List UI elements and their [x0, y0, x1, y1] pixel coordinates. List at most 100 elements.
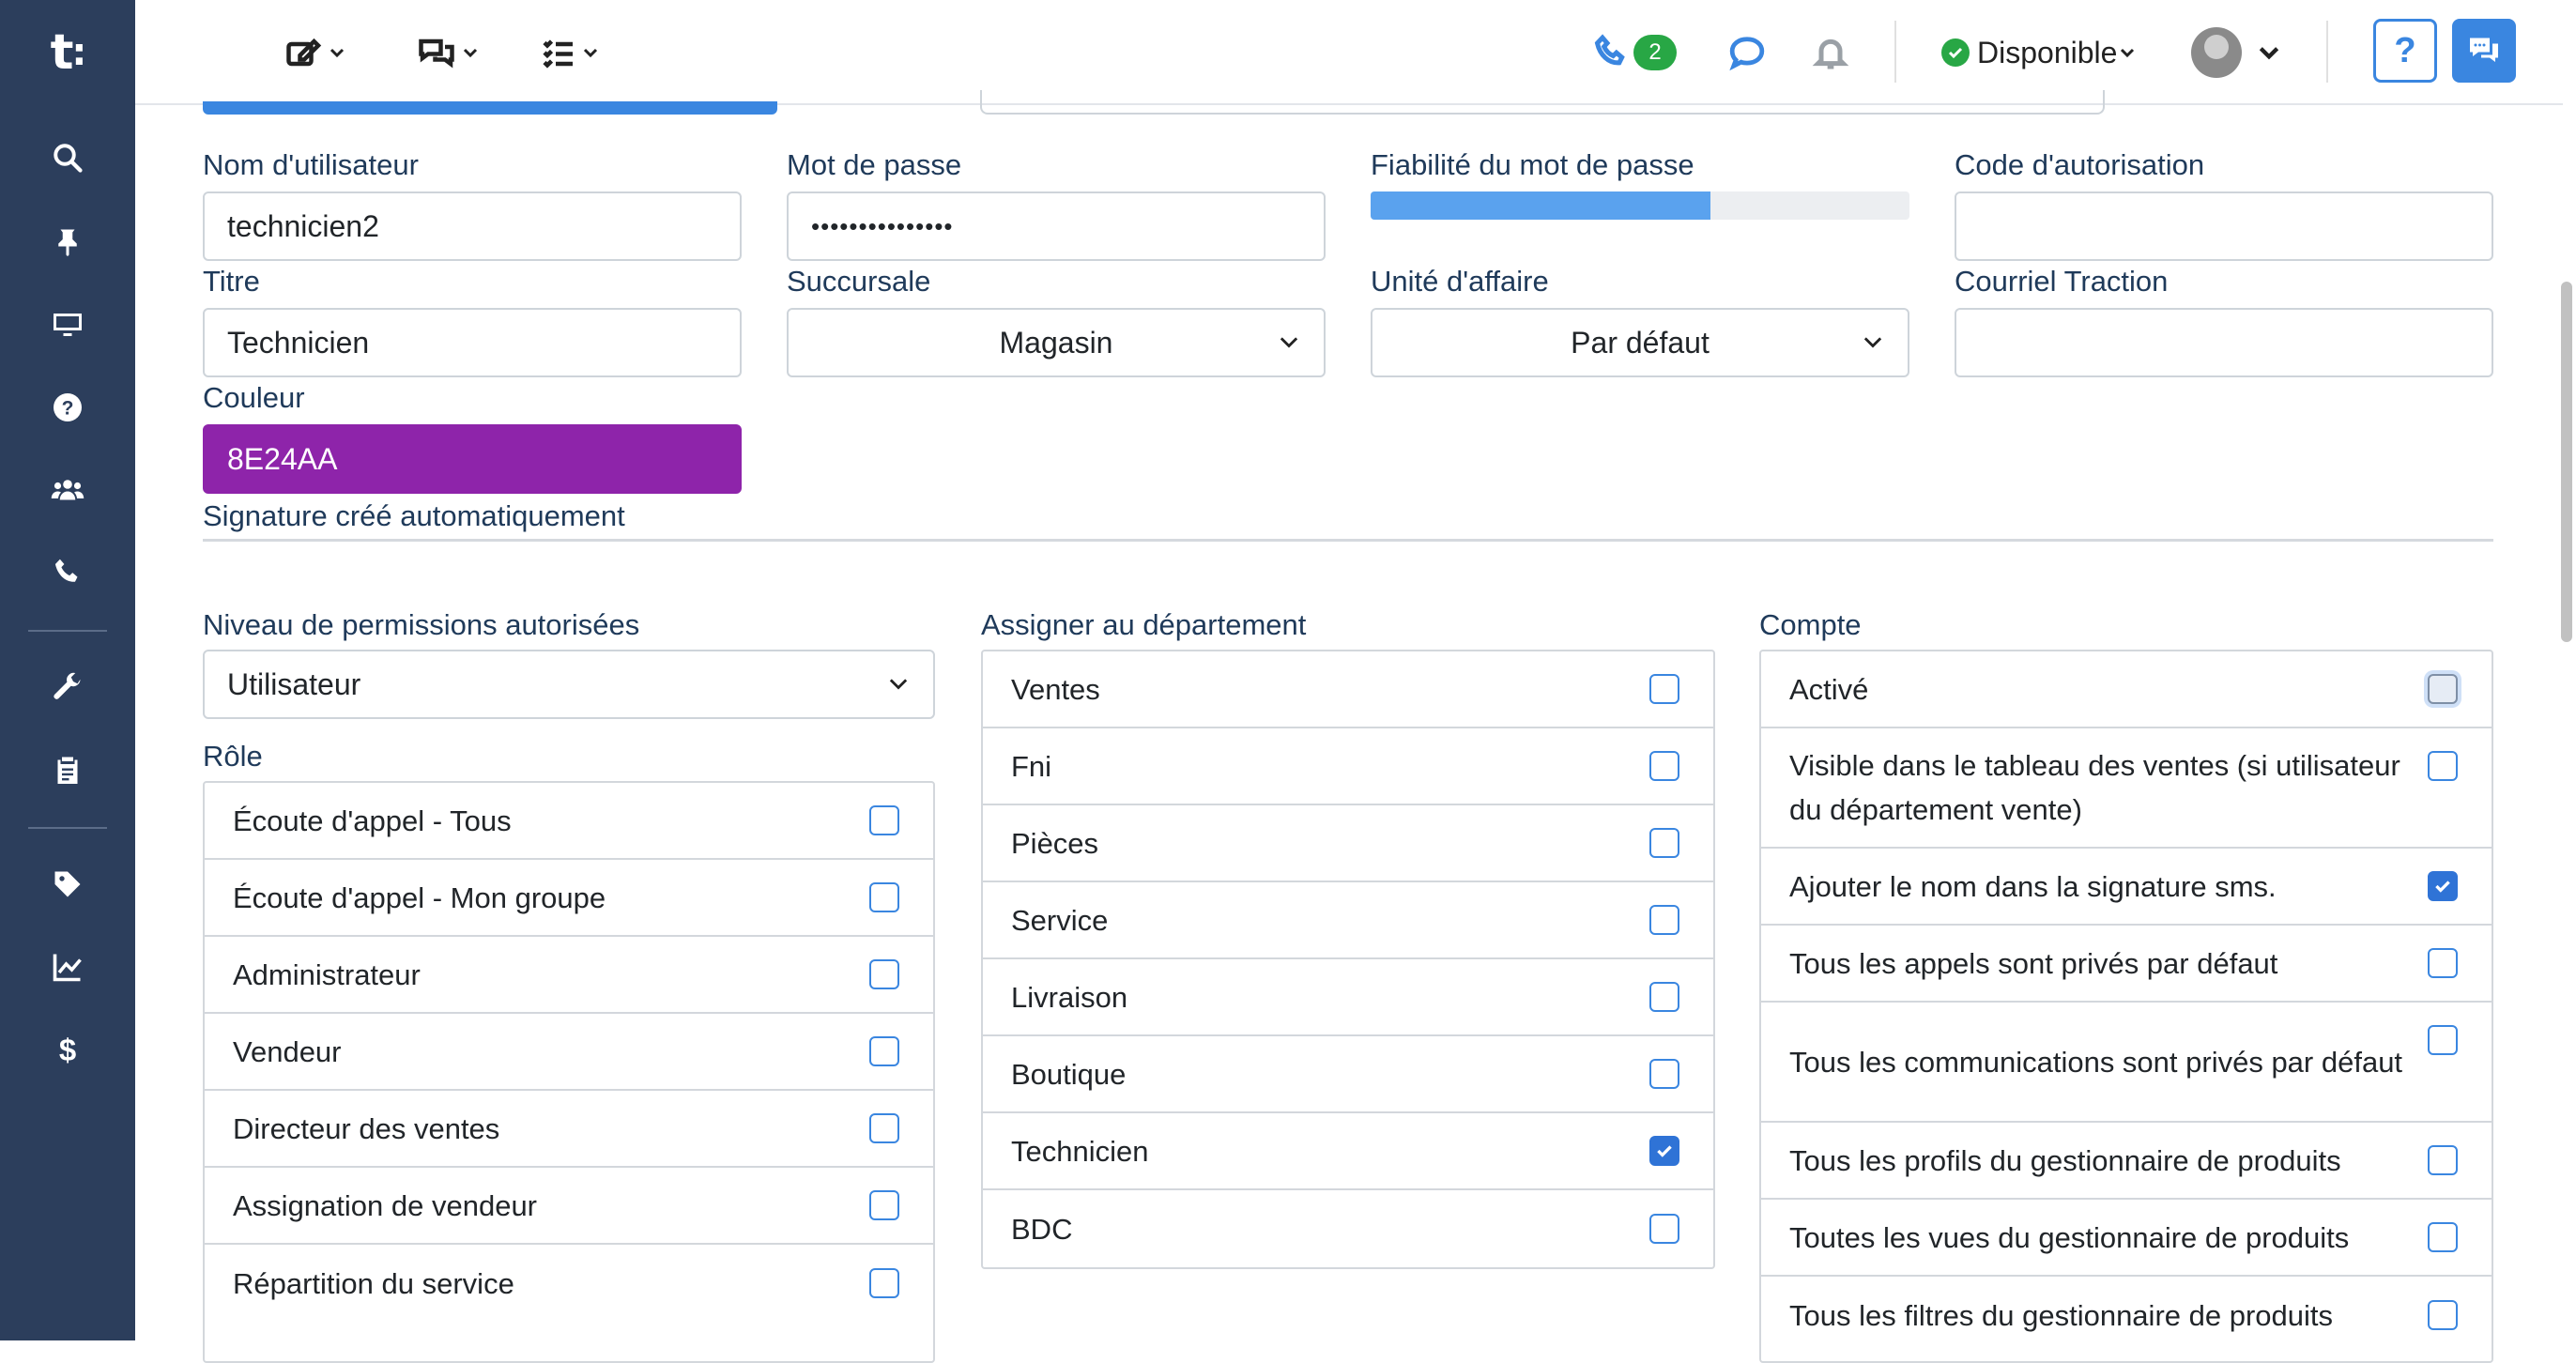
checkbox[interactable] [1649, 1059, 1679, 1089]
tag-icon[interactable] [41, 858, 94, 911]
checkbox[interactable] [1649, 1214, 1679, 1244]
checkbox[interactable] [869, 959, 899, 989]
list-item[interactable]: Visible dans le tableau des ventes (si u… [1761, 728, 2492, 849]
users-icon[interactable] [41, 464, 94, 516]
avatar [2191, 27, 2242, 78]
checkbox[interactable] [1649, 751, 1679, 781]
password-strength-label: Fiabilité du mot de passe [1371, 148, 1694, 181]
chevron-down-icon [1863, 337, 1882, 348]
pin-icon[interactable] [41, 216, 94, 268]
list-item[interactable]: Directeur des ventes [205, 1091, 933, 1168]
chevron-down-icon [463, 48, 478, 58]
clipboard-icon[interactable] [41, 743, 94, 796]
help-button[interactable]: ? [2373, 19, 2437, 83]
chart-line-icon[interactable] [41, 941, 94, 993]
checkbox[interactable] [869, 805, 899, 835]
permission-level-select[interactable]: Utilisateur [203, 650, 935, 719]
checkbox[interactable] [869, 1036, 899, 1066]
monitor-icon[interactable] [41, 299, 94, 351]
auth-code-field[interactable] [1955, 191, 2493, 261]
checkbox-checked[interactable] [1649, 1136, 1679, 1166]
checkbox[interactable] [869, 882, 899, 912]
checkbox[interactable] [1649, 982, 1679, 1012]
password-strength-meter [1371, 191, 1909, 220]
status-label: Disponible [1977, 35, 2118, 69]
checkbox[interactable] [869, 1268, 899, 1298]
list-item[interactable]: BDC [983, 1190, 1713, 1267]
notifications-button[interactable] [1812, 28, 1849, 77]
list-item[interactable]: Ventes [983, 651, 1713, 728]
checkbox[interactable] [2428, 1145, 2458, 1175]
role-label: Rôle [203, 740, 263, 773]
list-item[interactable]: Assignation de vendeur [205, 1168, 933, 1245]
input-partial[interactable] [980, 90, 2105, 115]
dollar-icon[interactable]: $ [41, 1023, 94, 1076]
list-item[interactable]: Fni [983, 728, 1713, 805]
traction-email-label: Courriel Traction [1955, 265, 2169, 298]
checkbox[interactable] [1649, 674, 1679, 704]
checkbox[interactable] [2428, 674, 2458, 704]
list-item[interactable]: Technicien [983, 1113, 1713, 1190]
help-circle-icon[interactable]: ? [41, 381, 94, 434]
list-item-label: Tous les profils du gestionnaire de prod… [1789, 1143, 2341, 1177]
wrench-icon[interactable] [41, 661, 94, 713]
list-item[interactable]: Tous les filtres du gestionnaire de prod… [1761, 1277, 2492, 1354]
messages-button[interactable] [1727, 28, 1767, 77]
chat-panel-button[interactable] [2452, 19, 2516, 83]
color-field[interactable]: 8E24AA [203, 424, 742, 494]
traction-email-field[interactable] [1955, 308, 2493, 377]
checkbox-checked[interactable] [2428, 871, 2458, 901]
title-field[interactable]: Technicien [203, 308, 742, 377]
conversations-menu[interactable] [417, 28, 479, 77]
list-item[interactable]: Boutique [983, 1036, 1713, 1113]
business-unit-select[interactable]: Par défaut [1371, 308, 1909, 377]
question-icon: ? [2394, 30, 2416, 70]
list-item[interactable]: Ajouter le nom dans la signature sms. [1761, 849, 2492, 926]
list-item-label: Écoute d'appel - Mon groupe [233, 881, 606, 914]
list-item[interactable]: Tous les profils du gestionnaire de prod… [1761, 1123, 2492, 1200]
list-item-label: Tous les appels sont privés par défaut [1789, 946, 2278, 980]
role-list: Écoute d'appel - Tous Écoute d'appel - Mo… [203, 781, 935, 1363]
page-scrollbar[interactable] [2561, 282, 2572, 642]
list-item[interactable]: Activé [1761, 651, 2492, 728]
list-item-label: Vendeur [233, 1034, 342, 1068]
compose-menu[interactable] [285, 28, 345, 77]
list-item[interactable]: Administrateur [205, 937, 933, 1014]
checkbox[interactable] [2428, 751, 2458, 781]
list-item[interactable]: Livraison [983, 959, 1713, 1036]
list-item[interactable]: Service [983, 882, 1713, 959]
title-label: Titre [203, 265, 260, 298]
phone-icon[interactable] [41, 546, 94, 599]
checkbox[interactable] [1649, 905, 1679, 935]
list-item[interactable]: Tous les appels sont privés par défaut [1761, 926, 2492, 1003]
list-item[interactable]: Écoute d'appel - Mon groupe [205, 860, 933, 937]
list-item[interactable]: Tous les communications sont privés par … [1761, 1003, 2492, 1123]
checkbox[interactable] [2428, 1025, 2458, 1055]
list-item-label: Ventes [1011, 672, 1100, 706]
business-unit-label: Unité d'affaire [1371, 265, 1549, 298]
checkbox[interactable] [869, 1113, 899, 1143]
list-item[interactable]: Toutes les vues du gestionnaire de produ… [1761, 1200, 2492, 1277]
status-dropdown[interactable]: Disponible [1941, 28, 2136, 77]
app-logo[interactable]: t: [0, 0, 135, 105]
user-menu[interactable] [2191, 27, 2281, 78]
checkbox[interactable] [1649, 828, 1679, 858]
checkbox[interactable] [869, 1190, 899, 1220]
chevron-down-icon [2121, 48, 2135, 58]
sidebar-divider [28, 630, 107, 632]
checkbox[interactable] [2428, 1300, 2458, 1330]
checkbox[interactable] [2428, 948, 2458, 978]
tasks-menu[interactable] [541, 28, 599, 77]
primary-button-partial[interactable] [203, 101, 777, 115]
checkbox[interactable] [2428, 1222, 2458, 1252]
search-icon[interactable] [41, 131, 94, 184]
chat-bubble-icon [1729, 37, 1765, 70]
list-item[interactable]: Vendeur [205, 1014, 933, 1091]
list-item[interactable]: Répartition du service [205, 1245, 933, 1322]
list-item[interactable]: Pièces [983, 805, 1713, 882]
password-field[interactable]: ••••••••••••••• [787, 191, 1326, 261]
branch-select[interactable]: Magasin [787, 308, 1326, 377]
username-field[interactable]: technicien2 [203, 191, 742, 261]
calls-button[interactable]: 2 [1592, 28, 1677, 77]
list-item[interactable]: Écoute d'appel - Tous [205, 783, 933, 860]
